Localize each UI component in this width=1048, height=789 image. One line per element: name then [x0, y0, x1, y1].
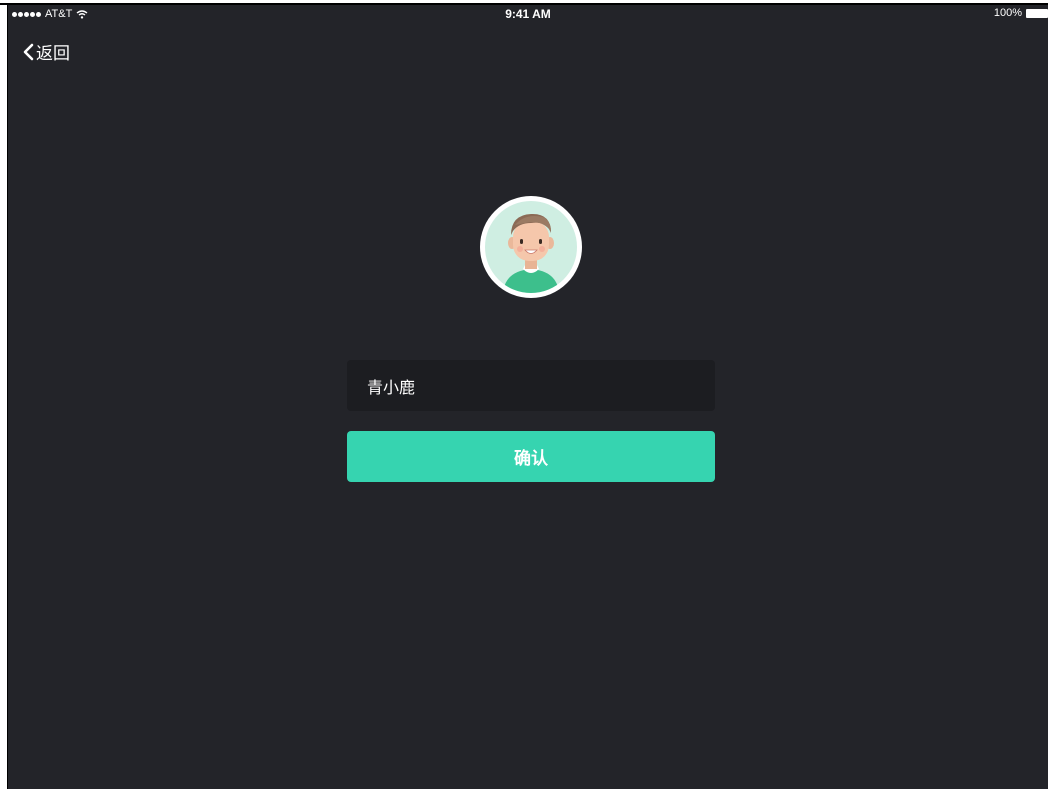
back-label: 返回 [36, 44, 70, 63]
back-button[interactable]: 返回 [22, 39, 70, 64]
user-avatar-icon [485, 201, 577, 293]
app-screen: AT&T 9:41 AM 100% 返回 青小鹿 确认 [8, 5, 1048, 789]
page-frame: AT&T 9:41 AM 100% 返回 青小鹿 确认 [0, 0, 1048, 789]
battery-percentage: 100% [993, 7, 1022, 19]
user-avatar[interactable] [480, 196, 582, 298]
nickname-input[interactable] [347, 360, 715, 411]
status-bar: AT&T 9:41 AM 100% [8, 5, 1048, 23]
status-time: 9:41 AM [505, 7, 551, 21]
status-right: 100% [994, 7, 1048, 19]
battery-icon [1026, 8, 1048, 18]
confirm-button[interactable]: 确认 [347, 431, 715, 482]
chevron-left-icon [22, 43, 34, 61]
